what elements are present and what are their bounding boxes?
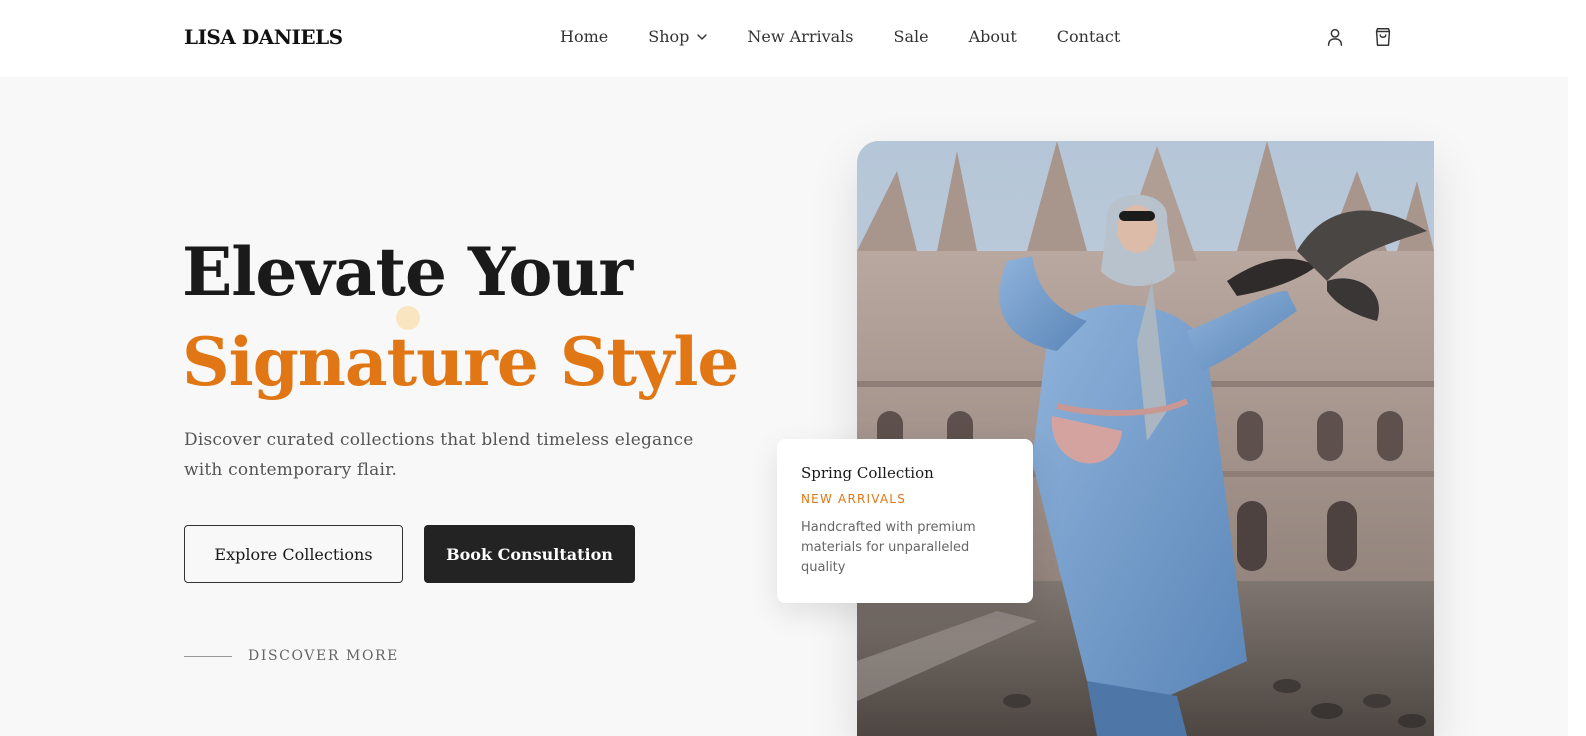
nav-item-sale[interactable]: Sale bbox=[894, 27, 929, 46]
discover-more-link[interactable]: DISCOVER MORE bbox=[184, 648, 399, 664]
nav-label: Sale bbox=[893, 27, 929, 46]
hero-title-line-2: Signature Style bbox=[182, 323, 739, 401]
main-nav: Home Shop New Arrivals Sale About Contac… bbox=[560, 27, 1160, 46]
discover-more-label: DISCOVER MORE bbox=[248, 648, 399, 664]
spring-collection-card[interactable]: Spring Collection NEW ARRIVALS Handcraft… bbox=[777, 439, 1033, 603]
user-icon[interactable] bbox=[1324, 26, 1346, 48]
nav-label: Home bbox=[560, 27, 609, 46]
nav-item-shop[interactable]: Shop bbox=[648, 27, 708, 46]
nav-label: Contact bbox=[1056, 27, 1121, 46]
nav-item-home[interactable]: Home bbox=[560, 27, 608, 46]
nav-item-new-arrivals[interactable]: New Arrivals bbox=[747, 27, 853, 46]
chevron-down-icon bbox=[697, 33, 708, 40]
explore-collections-button[interactable]: Explore Collections bbox=[184, 525, 403, 583]
site-header: LISA DANIELS Home Shop New Arrivals Sale… bbox=[0, 0, 1586, 77]
header-actions bbox=[1324, 26, 1394, 48]
card-description: Handcrafted with premium materials for u… bbox=[801, 520, 976, 575]
hero-subtitle: Discover curated collections that blend … bbox=[184, 430, 694, 480]
nav-item-contact[interactable]: Contact bbox=[1057, 27, 1121, 46]
nav-item-about[interactable]: About bbox=[969, 27, 1017, 46]
nav-label: About bbox=[968, 27, 1017, 46]
card-tag: NEW ARRIVALS bbox=[801, 492, 907, 506]
scrollbar-track[interactable] bbox=[1568, 0, 1586, 736]
hero-title-line-1: Elevate Your bbox=[182, 233, 633, 311]
book-consultation-button[interactable]: Book Consultation bbox=[424, 525, 635, 583]
shopping-bag-icon[interactable] bbox=[1372, 26, 1394, 48]
card-title: Spring Collection bbox=[801, 464, 934, 482]
brand-logo[interactable]: LISA DANIELS bbox=[184, 25, 343, 49]
nav-label: Shop bbox=[648, 27, 690, 46]
nav-label: New Arrivals bbox=[747, 27, 854, 46]
discover-line bbox=[184, 655, 232, 657]
